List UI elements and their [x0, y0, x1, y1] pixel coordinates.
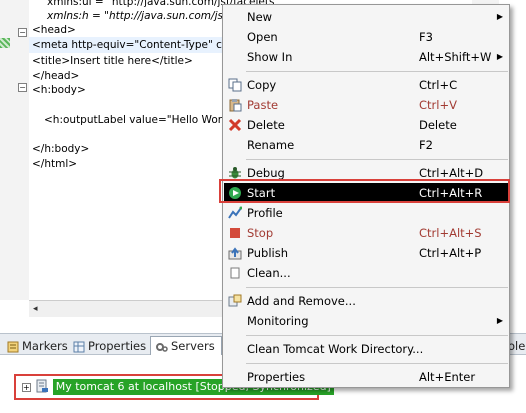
menu-item-clean-tomcat-work-directory[interactable]: Clean Tomcat Work Directory... — [224, 339, 509, 359]
delete-icon — [224, 115, 246, 135]
code-line-12: </html> — [32, 158, 78, 170]
menu-separator — [246, 71, 508, 72]
horizontal-scrollbar[interactable]: ◂ — [29, 300, 229, 317]
menu-separator — [246, 287, 508, 288]
menu-item-new[interactable]: New ▶ — [224, 7, 509, 27]
change-marker — [0, 38, 10, 48]
menu-item-publish[interactable]: Publish Ctrl+Alt+P — [224, 243, 509, 263]
properties-icon — [72, 340, 85, 352]
add-remove-icon — [224, 291, 246, 311]
tab-properties[interactable]: Properties — [68, 336, 152, 355]
menu-item-monitoring[interactable]: Monitoring ▶ — [224, 311, 509, 331]
tab-markers[interactable]: Markers — [2, 336, 74, 355]
menu-item-show-in[interactable]: Show In Alt+Shift+W ▶ — [224, 47, 509, 67]
menu-item-paste[interactable]: Paste Ctrl+V — [224, 95, 509, 115]
profile-icon — [224, 203, 246, 223]
menu-item-clean[interactable]: Clean... — [224, 263, 509, 283]
publish-icon — [224, 243, 246, 263]
code-line-11: </h:body> — [32, 143, 90, 155]
menu-separator — [246, 159, 508, 160]
tab-servers[interactable]: Servers — [150, 336, 222, 355]
expand-icon[interactable]: + — [22, 382, 31, 392]
server-icon — [35, 379, 49, 396]
menu-item-open[interactable]: Open F3 — [224, 27, 509, 47]
submenu-arrow-icon: ▶ — [496, 316, 503, 325]
menu-item-profile[interactable]: Profile — [224, 203, 509, 223]
menu-item-add-and-remove[interactable]: Add and Remove... — [224, 291, 509, 311]
menu-separator — [246, 335, 508, 336]
menu-item-properties[interactable]: Properties Alt+Enter — [224, 367, 509, 387]
menu-item-copy[interactable]: Copy Ctrl+C — [224, 75, 509, 95]
menu-item-rename[interactable]: Rename F2 — [224, 135, 509, 155]
code-line-9: <h:outputLabel value="Hello Wor — [44, 114, 223, 126]
code-line-3: <head> — [32, 24, 76, 36]
markers-icon — [6, 340, 19, 352]
clean-icon — [224, 263, 246, 283]
menu-separator — [246, 363, 508, 364]
menu-item-delete[interactable]: Delete Delete — [224, 115, 509, 135]
stop-icon — [224, 223, 246, 243]
fold-toggle-body[interactable]: − — [18, 83, 27, 92]
code-line-4: <meta http-equiv="Content-Type" c — [29, 37, 229, 53]
submenu-arrow-icon: ▶ — [496, 52, 503, 61]
menu-item-stop[interactable]: Stop Ctrl+Alt+S — [224, 223, 509, 243]
paste-icon — [224, 95, 246, 115]
code-line-7: <h:body> — [32, 84, 86, 96]
editor-gutter: − − — [0, 0, 29, 300]
scroll-left-icon[interactable]: ◂ — [33, 304, 38, 314]
servers-icon — [155, 340, 168, 352]
copy-icon — [224, 75, 246, 95]
start-highlight-outline — [219, 179, 510, 203]
submenu-arrow-icon: ▶ — [496, 12, 503, 21]
code-line-5: <title>Insert title here</title> — [32, 55, 193, 67]
fold-toggle-head[interactable]: − — [18, 28, 27, 37]
